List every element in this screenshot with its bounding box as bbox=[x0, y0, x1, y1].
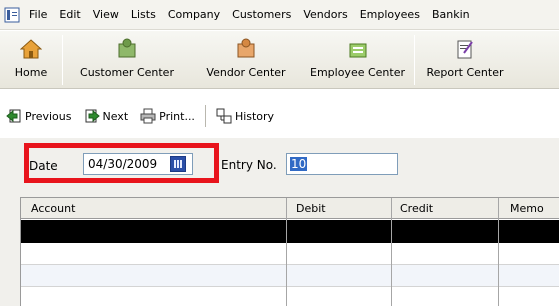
customer-center-label: Customer Center bbox=[80, 66, 174, 79]
menu-edit[interactable]: Edit bbox=[53, 8, 86, 21]
column-credit[interactable]: Credit bbox=[400, 202, 433, 215]
vendor-center-button[interactable]: Vendor Center bbox=[191, 31, 301, 88]
highlight-box bbox=[24, 143, 219, 183]
column-divider bbox=[391, 198, 392, 306]
menu-view[interactable]: View bbox=[87, 8, 125, 21]
action-toolbar: Previous Next Print... History bbox=[0, 99, 559, 133]
column-divider bbox=[286, 198, 287, 306]
column-debit[interactable]: Debit bbox=[296, 202, 326, 215]
history-label: History bbox=[234, 109, 275, 123]
table-row[interactable] bbox=[21, 265, 559, 286]
menu-customers[interactable]: Customers bbox=[226, 8, 297, 21]
column-divider bbox=[498, 198, 499, 306]
menu-bar: File Edit View Lists Company Customers V… bbox=[0, 0, 559, 30]
history-icon bbox=[216, 108, 232, 124]
menu-vendors[interactable]: Vendors bbox=[297, 8, 353, 21]
menu-banking[interactable]: Bankin bbox=[426, 8, 476, 21]
menu-lists[interactable]: Lists bbox=[125, 8, 162, 21]
next-icon bbox=[85, 109, 100, 123]
previous-icon bbox=[6, 109, 21, 123]
menu-file[interactable]: File bbox=[23, 8, 53, 21]
app-menu-icon[interactable] bbox=[4, 7, 20, 23]
next-label: Next bbox=[102, 109, 129, 123]
employee-center-label: Employee Center bbox=[310, 66, 405, 79]
vendor-center-label: Vendor Center bbox=[206, 66, 286, 79]
customer-center-icon bbox=[118, 38, 136, 58]
action-divider bbox=[204, 105, 206, 127]
journal-table: Account Debit Credit Memo bbox=[20, 197, 559, 306]
icon-toolbar: Home Customer Center Vendor Center Emplo… bbox=[0, 31, 559, 89]
employee-center-icon bbox=[349, 43, 366, 58]
report-center-button[interactable]: Report Center bbox=[415, 31, 515, 88]
entry-no-label: Entry No. bbox=[221, 158, 277, 172]
table-row-selected[interactable] bbox=[21, 220, 559, 243]
home-icon bbox=[20, 39, 42, 59]
menu-employees[interactable]: Employees bbox=[354, 8, 426, 21]
menu-company[interactable]: Company bbox=[162, 8, 226, 21]
vendor-center-icon bbox=[237, 38, 255, 58]
next-button[interactable]: Next bbox=[78, 104, 135, 128]
report-center-icon bbox=[457, 40, 473, 59]
column-memo[interactable]: Memo bbox=[510, 202, 544, 215]
employee-center-button[interactable]: Employee Center bbox=[301, 31, 414, 88]
customer-center-button[interactable]: Customer Center bbox=[63, 31, 191, 88]
entry-no-field[interactable]: 10 bbox=[286, 153, 398, 175]
entry-no-value: 10 bbox=[290, 157, 308, 171]
report-center-label: Report Center bbox=[426, 66, 504, 79]
previous-button[interactable]: Previous bbox=[0, 104, 78, 128]
history-button[interactable]: History bbox=[210, 104, 280, 128]
print-label: Print... bbox=[159, 109, 195, 123]
home-button[interactable]: Home bbox=[0, 31, 62, 88]
print-button[interactable]: Print... bbox=[134, 104, 201, 128]
table-header: Account Debit Credit Memo bbox=[21, 198, 559, 219]
printer-icon bbox=[140, 108, 156, 124]
previous-label: Previous bbox=[25, 109, 72, 123]
column-account[interactable]: Account bbox=[31, 202, 75, 215]
home-label: Home bbox=[14, 66, 48, 79]
row-divider bbox=[21, 286, 559, 287]
